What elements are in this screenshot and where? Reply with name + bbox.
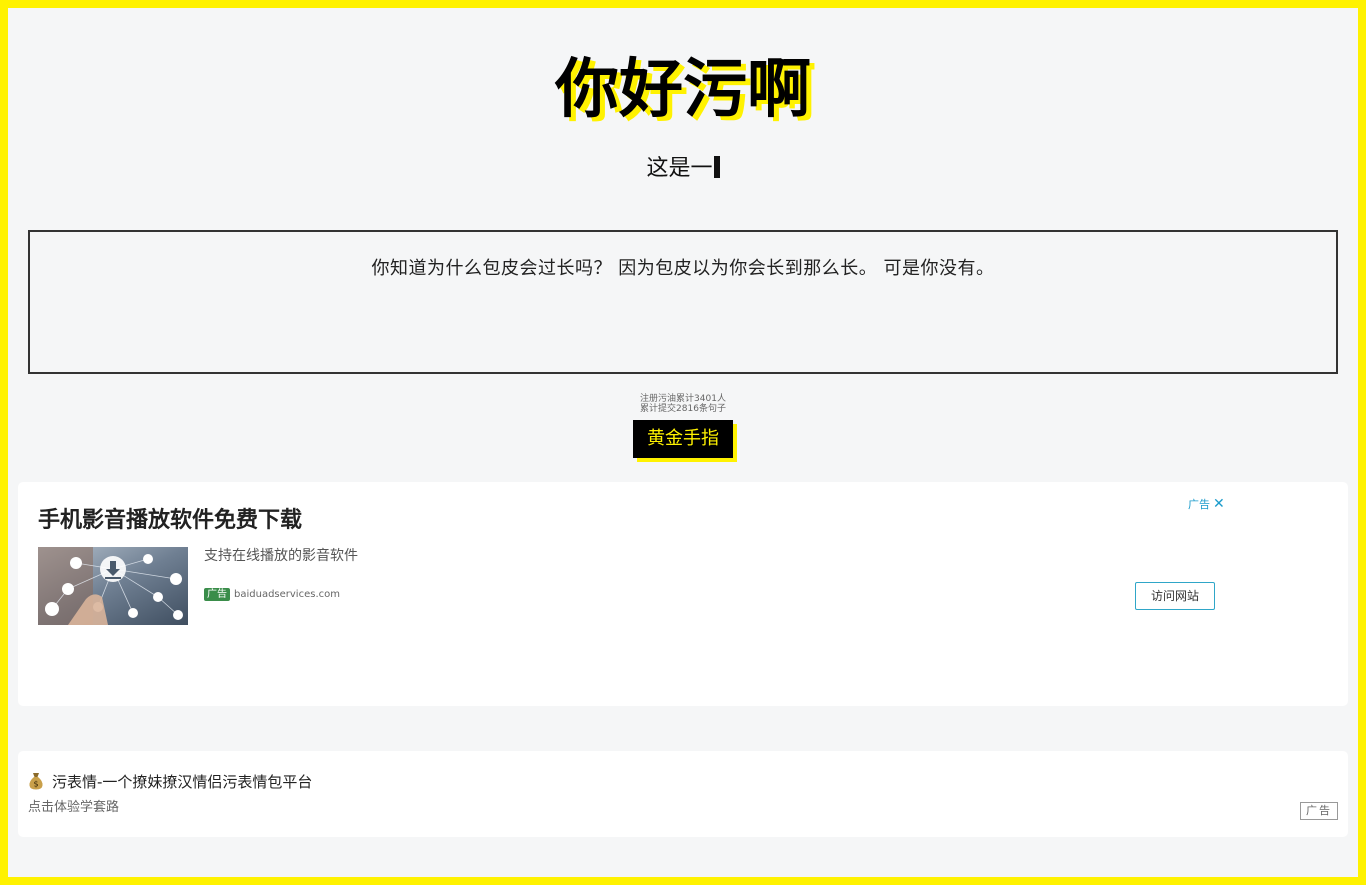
visit-website-button[interactable]: 访问网站 <box>1135 582 1215 610</box>
ad-domain: baiduadservices.com <box>234 589 340 600</box>
stats-users: 注册污油累计3401人 <box>640 394 726 404</box>
promo-title: 污表情-一个撩妹撩汉情侣污表情包平台 <box>52 773 313 791</box>
promo-card[interactable]: $ 污表情-一个撩妹撩汉情侣污表情包平台 点击体验学套路 广告 <box>18 751 1348 837</box>
promo-subtitle: 点击体验学套路 <box>28 800 120 815</box>
sentence-box: 你知道为什么包皮会过长吗？ 因为包皮以为你会长到那么长。 可是你没有。 <box>28 230 1338 374</box>
ad-image[interactable] <box>38 547 188 625</box>
ad-source: 广告 baiduadservices.com <box>204 588 340 602</box>
stats: 注册污油累计3401人 累计提交2816条句子 <box>0 394 1366 414</box>
network-download-image <box>38 547 188 625</box>
site-logo[interactable]: 你好污啊 <box>0 50 1366 130</box>
typing-subtitle: 这是一 <box>0 152 1366 186</box>
sentence-text: 你知道为什么包皮会过长吗？ 因为包皮以为你会长到那么长。 可是你没有。 <box>371 258 995 279</box>
ad-mark-label: 广告 <box>1188 498 1210 511</box>
svg-text:$: $ <box>33 780 38 789</box>
ad-badge: 广告 <box>204 588 230 601</box>
close-icon[interactable]: ✕ <box>1213 496 1225 512</box>
stats-sentences: 累计提交2816条句子 <box>640 404 726 414</box>
promo-title-row[interactable]: $ 污表情-一个撩妹撩汉情侣污表情包平台 <box>28 771 312 793</box>
golden-finger-button[interactable]: 黄金手指 <box>633 420 733 458</box>
promo-ad-badge: 广告 <box>1300 802 1338 820</box>
moneybag-icon: $ <box>29 773 43 790</box>
typing-cursor <box>713 156 720 178</box>
ad-title[interactable]: 手机影音播放软件免费下载 <box>38 506 302 536</box>
ad-card[interactable]: 手机影音播放软件免费下载 广告 ✕ 支持在线播放的影音软件 广告 baiduad… <box>18 482 1348 706</box>
ad-description[interactable]: 支持在线播放的影音软件 <box>204 546 358 566</box>
ad-mark[interactable]: 广告 ✕ <box>1188 496 1225 513</box>
subtitle-text: 这是一 <box>646 156 713 181</box>
